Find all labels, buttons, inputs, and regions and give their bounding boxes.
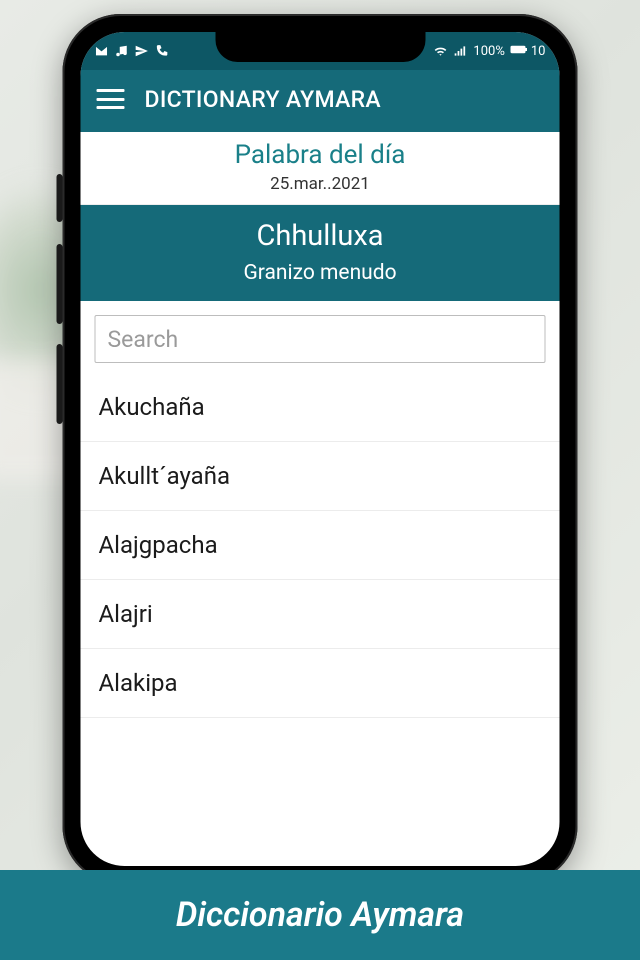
phone-side-button <box>57 344 63 424</box>
list-item[interactable]: Alajri <box>81 580 560 649</box>
promo-banner-text: Diccionario Aymara <box>176 895 464 935</box>
phone-side-button <box>57 244 63 324</box>
promo-banner: Diccionario Aymara <box>0 870 640 960</box>
app-bar: DICTIONARY AYMARA <box>81 70 560 132</box>
mail-icon <box>95 44 109 58</box>
word-of-day-date: 25.mar..2021 <box>81 174 560 194</box>
wifi-icon <box>433 44 447 58</box>
word-of-day-definition: Granizo menudo <box>81 261 560 285</box>
menu-icon[interactable] <box>97 89 125 109</box>
word-of-day-body[interactable]: Chhulluxa Granizo menudo <box>81 205 560 301</box>
word-of-day-word: Chhulluxa <box>81 219 560 253</box>
search-input[interactable] <box>95 315 546 363</box>
phone-icon <box>155 44 169 58</box>
list-item[interactable]: Alakipa <box>81 649 560 718</box>
word-of-day-label: Palabra del día <box>81 140 560 170</box>
phone-frame: 100% 10 DICTIONARY AYMARA Palabra del dí… <box>63 14 578 884</box>
phone-notch <box>215 32 425 62</box>
signal-icon <box>453 44 467 58</box>
list-item[interactable]: Akuchaña <box>81 373 560 442</box>
search-container <box>81 301 560 373</box>
app-title: DICTIONARY AYMARA <box>145 86 381 113</box>
word-of-day-header[interactable]: Palabra del día 25.mar..2021 <box>81 132 560 205</box>
battery-icon <box>511 44 525 58</box>
word-list: Akuchaña Akullt´ayaña Alajgpacha Alajri … <box>81 373 560 718</box>
send-icon <box>135 44 149 58</box>
battery-extra: 10 <box>531 44 546 59</box>
phone-screen: 100% 10 DICTIONARY AYMARA Palabra del dí… <box>81 32 560 866</box>
battery-percent: 100% <box>473 44 504 59</box>
list-item[interactable]: Akullt´ayaña <box>81 442 560 511</box>
phone-side-button <box>57 174 63 222</box>
music-icon <box>115 44 129 58</box>
list-item[interactable]: Alajgpacha <box>81 511 560 580</box>
